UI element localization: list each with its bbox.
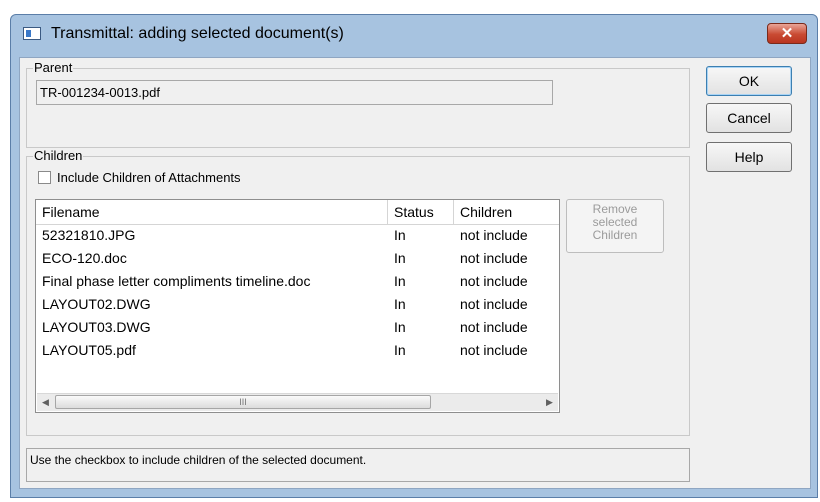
- row-children: not include: [460, 227, 528, 243]
- table-row[interactable]: LAYOUT03.DWG In not include: [36, 316, 559, 339]
- row-children: not include: [460, 250, 528, 266]
- ok-button[interactable]: OK: [706, 66, 792, 96]
- column-header-children[interactable]: Children: [454, 200, 559, 224]
- column-header-filename[interactable]: Filename: [36, 200, 388, 224]
- children-list-view[interactable]: Filename Status Children 52321810.JPG In…: [35, 199, 560, 413]
- scroll-left-icon[interactable]: ◀: [37, 394, 54, 411]
- row-status: In: [394, 296, 406, 312]
- row-filename: 52321810.JPG: [42, 227, 136, 243]
- horizontal-scrollbar[interactable]: ◀ III ▶: [37, 393, 558, 411]
- children-group-label: Children: [33, 148, 84, 163]
- row-filename: Final phase letter compliments timeline.…: [42, 273, 311, 289]
- table-row[interactable]: LAYOUT05.pdf In not include: [36, 339, 559, 362]
- row-children: not include: [460, 296, 528, 312]
- table-row[interactable]: ECO-120.doc In not include: [36, 247, 559, 270]
- help-button[interactable]: Help: [706, 142, 792, 172]
- row-filename: ECO-120.doc: [42, 250, 127, 266]
- remove-selected-children-button[interactable]: Remove selected Children: [566, 199, 664, 253]
- transmittal-dialog: Transmittal: adding selected document(s)…: [10, 14, 818, 498]
- row-status: In: [394, 227, 406, 243]
- table-row[interactable]: 52321810.JPG In not include: [36, 224, 559, 247]
- close-button[interactable]: ✕: [767, 23, 807, 44]
- parent-group: Parent TR-001234-0013.pdf: [26, 60, 690, 148]
- include-children-checkbox[interactable]: [38, 171, 51, 184]
- table-row[interactable]: Final phase letter compliments timeline.…: [36, 270, 559, 293]
- scroll-right-icon[interactable]: ▶: [541, 394, 558, 411]
- parent-filename-field: TR-001234-0013.pdf: [36, 80, 553, 105]
- row-status: In: [394, 273, 406, 289]
- row-children: not include: [460, 319, 528, 335]
- row-children: not include: [460, 273, 528, 289]
- dialog-client-area: Parent TR-001234-0013.pdf Children Inclu…: [19, 57, 811, 489]
- window-title: Transmittal: adding selected document(s): [51, 25, 344, 42]
- row-status: In: [394, 342, 406, 358]
- close-icon: ✕: [780, 25, 794, 42]
- column-header-status[interactable]: Status: [388, 200, 454, 224]
- cancel-button[interactable]: Cancel: [706, 103, 792, 133]
- remove-button-line3: Children: [592, 228, 638, 242]
- row-children: not include: [460, 342, 528, 358]
- app-window-icon: [23, 27, 41, 40]
- hint-text: Use the checkbox to include children of …: [26, 448, 690, 482]
- children-group: Children Include Children of Attachments…: [26, 148, 690, 436]
- row-filename: LAYOUT03.DWG: [42, 319, 151, 335]
- row-filename: LAYOUT02.DWG: [42, 296, 151, 312]
- row-filename: LAYOUT05.pdf: [42, 342, 136, 358]
- include-children-label[interactable]: Include Children of Attachments: [57, 170, 241, 185]
- row-status: In: [394, 319, 406, 335]
- list-header: Filename Status Children: [36, 200, 559, 225]
- parent-group-label: Parent: [33, 60, 74, 75]
- scroll-thumb[interactable]: III: [55, 395, 431, 409]
- table-row[interactable]: LAYOUT02.DWG In not include: [36, 293, 559, 316]
- row-status: In: [394, 250, 406, 266]
- title-bar[interactable]: Transmittal: adding selected document(s)…: [11, 15, 817, 55]
